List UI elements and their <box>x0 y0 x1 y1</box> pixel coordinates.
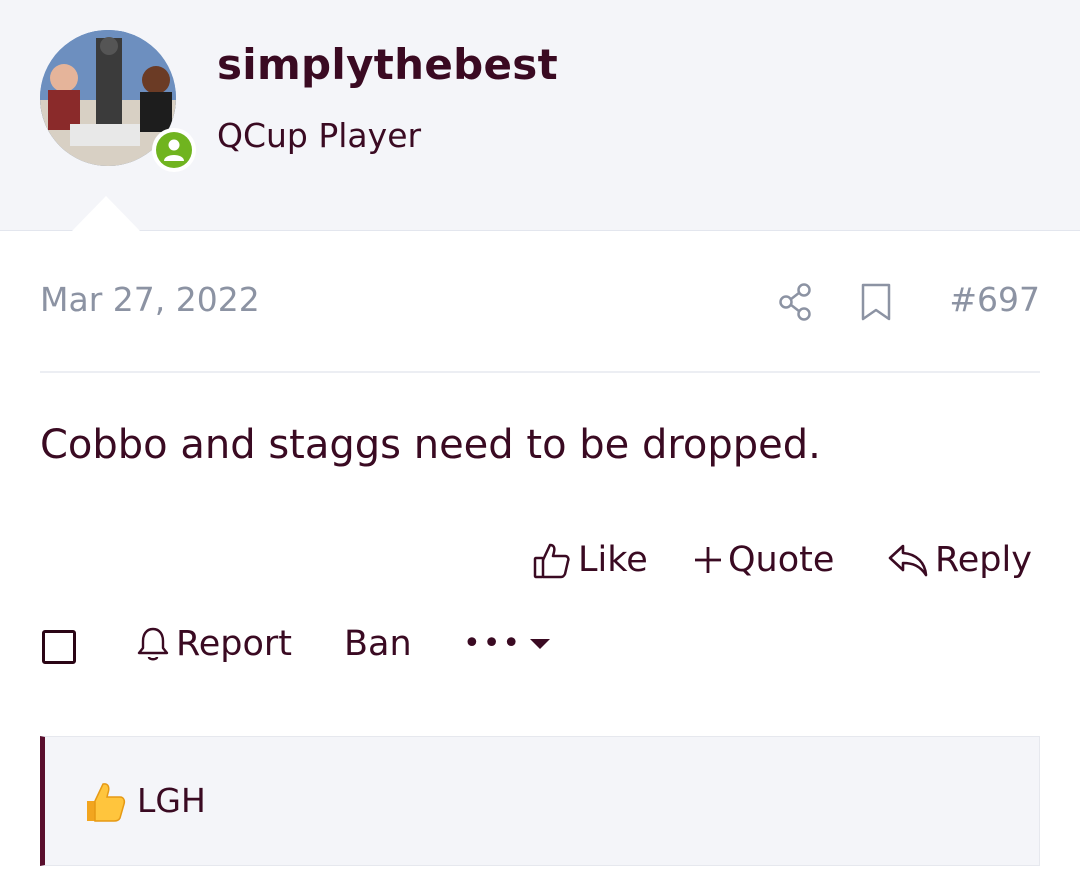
post-date[interactable]: Mar 27, 2022 <box>40 280 260 319</box>
post-number[interactable]: #697 <box>949 280 1040 319</box>
share-icon[interactable] <box>778 282 814 326</box>
report-button[interactable]: Report <box>136 624 292 664</box>
reactions-bar[interactable]: LGH <box>40 736 1040 866</box>
username[interactable]: simplythebest <box>217 40 558 89</box>
caret-down-icon <box>528 636 552 652</box>
select-post-checkbox[interactable] <box>42 630 76 664</box>
ban-label: Ban <box>344 624 412 664</box>
avatar-wrap[interactable] <box>40 30 196 172</box>
more-label: ••• <box>463 626 523 661</box>
user-title: QCup Player <box>217 116 422 155</box>
quote-label: Quote <box>728 540 835 580</box>
post-actions-primary: Like Quote Reply <box>0 540 1080 590</box>
user-header: simplythebest QCup Player <box>0 0 1080 231</box>
message-pointer <box>72 196 140 231</box>
post-meta-row: Mar 27, 2022 #697 <box>40 280 1040 324</box>
post-actions-secondary: Report Ban ••• <box>0 624 1080 674</box>
online-user-icon <box>156 132 192 168</box>
reply-arrow-icon <box>887 542 929 578</box>
thumbs-up-icon <box>532 540 572 580</box>
bookmark-icon[interactable] <box>860 282 892 326</box>
online-status-badge <box>152 128 196 172</box>
reply-label: Reply <box>935 540 1032 580</box>
ban-button[interactable]: Ban <box>344 624 412 664</box>
plus-icon <box>694 545 722 575</box>
more-options-button[interactable]: ••• <box>463 626 552 661</box>
report-label: Report <box>176 624 293 664</box>
thumbs-up-reaction-icon <box>83 779 127 829</box>
post-body: Cobbo and staggs need to be dropped. <box>40 422 821 468</box>
bell-icon <box>136 626 170 662</box>
like-button[interactable]: Like <box>532 540 648 580</box>
divider <box>40 371 1040 373</box>
reply-button[interactable]: Reply <box>887 540 1032 580</box>
quote-button[interactable]: Quote <box>694 540 834 580</box>
reaction-users[interactable]: LGH <box>137 781 206 820</box>
like-label: Like <box>578 540 648 580</box>
